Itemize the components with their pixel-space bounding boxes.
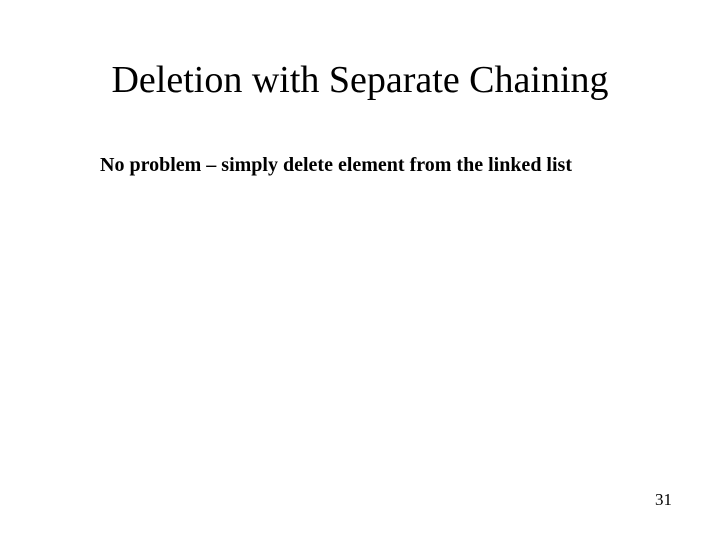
slide-title: Deletion with Separate Chaining	[0, 0, 720, 104]
page-number: 31	[655, 490, 672, 510]
slide-container: Deletion with Separate Chaining No probl…	[0, 0, 720, 540]
slide-body-text: No problem – simply delete element from …	[26, 104, 720, 179]
